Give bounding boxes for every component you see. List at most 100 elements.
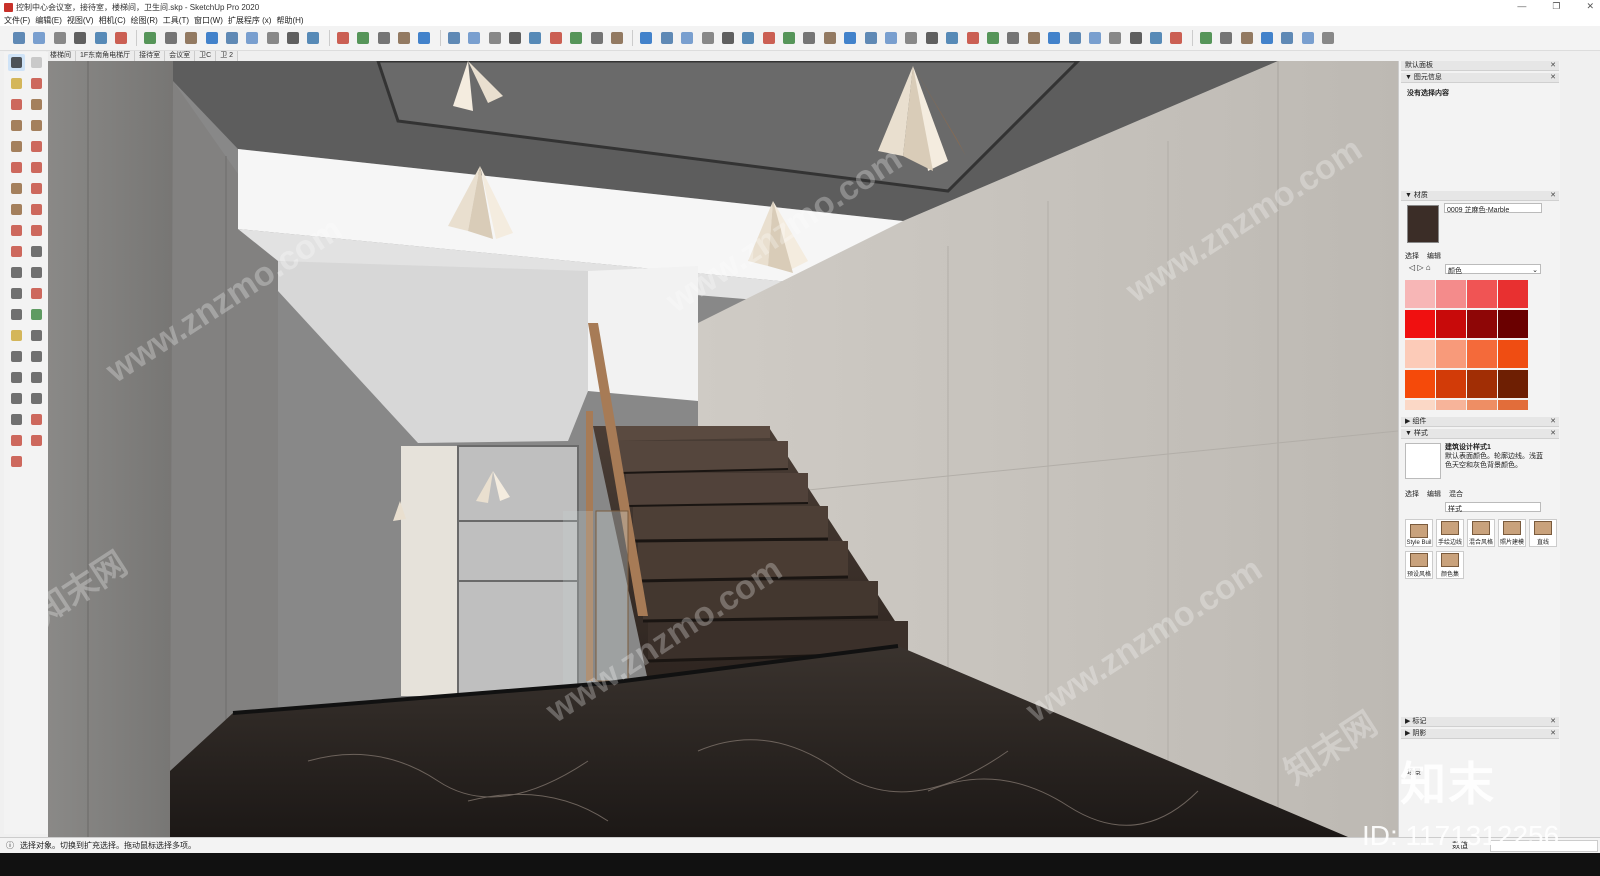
protractor-tool[interactable] (28, 264, 45, 281)
styles-mix-tab[interactable]: 混合 (1449, 489, 1463, 499)
close-icon[interactable]: ✕ (1550, 729, 1556, 739)
menu-view[interactable]: 视图(V) (67, 15, 94, 26)
tool-f-button[interactable] (760, 29, 778, 47)
color-swatch[interactable] (1436, 400, 1466, 410)
style-thumbnail[interactable]: 颜色集 (1436, 551, 1464, 579)
link-button[interactable] (608, 29, 626, 47)
solid-button[interactable] (243, 29, 261, 47)
offset-tool[interactable] (8, 243, 25, 260)
color-swatch[interactable] (1436, 280, 1466, 308)
3d-text-tool[interactable] (8, 306, 25, 323)
scene-tab-stairwell[interactable]: 楼梯间 (46, 51, 76, 61)
paint-bucket-tool[interactable] (8, 75, 25, 92)
home-button[interactable] (1278, 29, 1296, 47)
previous-tool[interactable] (8, 369, 25, 386)
color-swatch[interactable] (1467, 400, 1497, 410)
garage-button[interactable] (1319, 29, 1337, 47)
book-button[interactable] (395, 29, 413, 47)
arc-tool[interactable] (28, 138, 45, 155)
tool-m-button[interactable] (902, 29, 920, 47)
extension-warehouse-button[interactable] (30, 29, 48, 47)
cart-button[interactable] (415, 29, 433, 47)
styles-header[interactable]: ▼ 样式 ✕ (1401, 429, 1559, 439)
scene-tab-reception[interactable]: 接待室 (135, 51, 166, 61)
pin-button[interactable] (567, 29, 585, 47)
tool-d-button[interactable] (719, 29, 737, 47)
zoom-extents-tool[interactable] (28, 348, 45, 365)
arc3-tool[interactable] (28, 159, 45, 176)
scene-tab-elevator-hall[interactable]: 1F东南角电梯厅 (76, 51, 136, 61)
rotated-rect-tool[interactable] (8, 117, 25, 134)
sandbox2-tool[interactable] (8, 432, 25, 449)
push-pull-tool[interactable] (8, 201, 25, 218)
settings-button[interactable] (334, 29, 352, 47)
styles-library-select[interactable]: 样式 (1445, 502, 1541, 513)
styles-edit-tab[interactable]: 编辑 (1427, 489, 1441, 499)
color-swatch[interactable] (1405, 310, 1435, 338)
house2-button[interactable] (1299, 29, 1317, 47)
checker-button[interactable] (284, 29, 302, 47)
layers-button[interactable] (92, 29, 110, 47)
select-arrow-tool[interactable] (8, 54, 25, 71)
frame-button[interactable] (354, 29, 372, 47)
entity-info-header[interactable]: ▼ 图元信息 ✕ (1401, 73, 1559, 83)
ruby-button[interactable] (1217, 29, 1235, 47)
tool-e-button[interactable] (739, 29, 757, 47)
model-viewport[interactable]: www.znzmo.com www.znzmo.com www.znzmo.co… (48, 61, 1398, 837)
scale-tool[interactable] (28, 222, 45, 239)
box-button[interactable] (51, 29, 69, 47)
tool-k-button[interactable] (862, 29, 880, 47)
color-swatch[interactable] (1498, 400, 1528, 410)
view-button[interactable] (506, 29, 524, 47)
plugin-button[interactable] (1238, 29, 1256, 47)
tool-x-button[interactable] (1127, 29, 1145, 47)
color-swatch[interactable] (1436, 310, 1466, 338)
close-icon[interactable]: ✕ (1550, 417, 1556, 427)
tool-p-button[interactable] (964, 29, 982, 47)
materials-button[interactable] (141, 29, 159, 47)
close-icon[interactable]: ✕ (1550, 429, 1556, 439)
close-icon[interactable]: ✕ (1550, 191, 1556, 201)
polygon-tool[interactable] (8, 138, 25, 155)
add-button[interactable] (223, 29, 241, 47)
forward-icon[interactable]: ▷ (1417, 263, 1423, 272)
text-tool[interactable] (8, 285, 25, 302)
orbit-tool[interactable] (28, 306, 45, 323)
tool-g-button[interactable] (780, 29, 798, 47)
tool-j-button[interactable] (841, 29, 859, 47)
color-swatch[interactable] (1467, 370, 1497, 398)
sandbox3-tool[interactable] (28, 432, 45, 449)
scene-tab-meeting-room[interactable]: 会议室 (165, 51, 196, 61)
zoom-tool[interactable] (28, 327, 45, 344)
menu-tools[interactable]: 工具(T) (163, 15, 189, 26)
scene-button[interactable] (182, 29, 200, 47)
pan-tool[interactable] (8, 327, 25, 344)
materials-select-tab[interactable]: 选择 (1405, 251, 1419, 261)
dimension-tool[interactable] (8, 264, 25, 281)
menu-window[interactable]: 窗口(W) (194, 15, 223, 26)
axes-tool[interactable] (28, 285, 45, 302)
menu-help[interactable]: 帮助(H) (276, 15, 303, 26)
materials-library-select[interactable]: 颜色 ⌄ (1445, 264, 1541, 275)
texture-button[interactable] (264, 29, 282, 47)
move-tool[interactable] (28, 180, 45, 197)
circle-tool[interactable] (28, 117, 45, 134)
tool-s-button[interactable] (1025, 29, 1043, 47)
tool-c-button[interactable] (699, 29, 717, 47)
color-swatch[interactable] (1467, 310, 1497, 338)
shadows-header[interactable]: ▶ 阴影 ✕ (1401, 729, 1559, 739)
info-button[interactable] (375, 29, 393, 47)
component-button[interactable] (112, 29, 130, 47)
freehand-tool[interactable] (8, 96, 25, 113)
user-button[interactable] (445, 29, 463, 47)
color-swatch[interactable] (1436, 340, 1466, 368)
tool-v-button[interactable] (1086, 29, 1104, 47)
tool-o-button[interactable] (943, 29, 961, 47)
zoom-window-tool[interactable] (8, 348, 25, 365)
menu-camera[interactable]: 相机(C) (99, 15, 126, 26)
sandbox-tool[interactable] (28, 411, 45, 428)
color-swatch[interactable] (1498, 280, 1528, 308)
move-button[interactable] (465, 29, 483, 47)
tool-l-button[interactable] (882, 29, 900, 47)
menu-draw[interactable]: 绘图(R) (131, 15, 158, 26)
